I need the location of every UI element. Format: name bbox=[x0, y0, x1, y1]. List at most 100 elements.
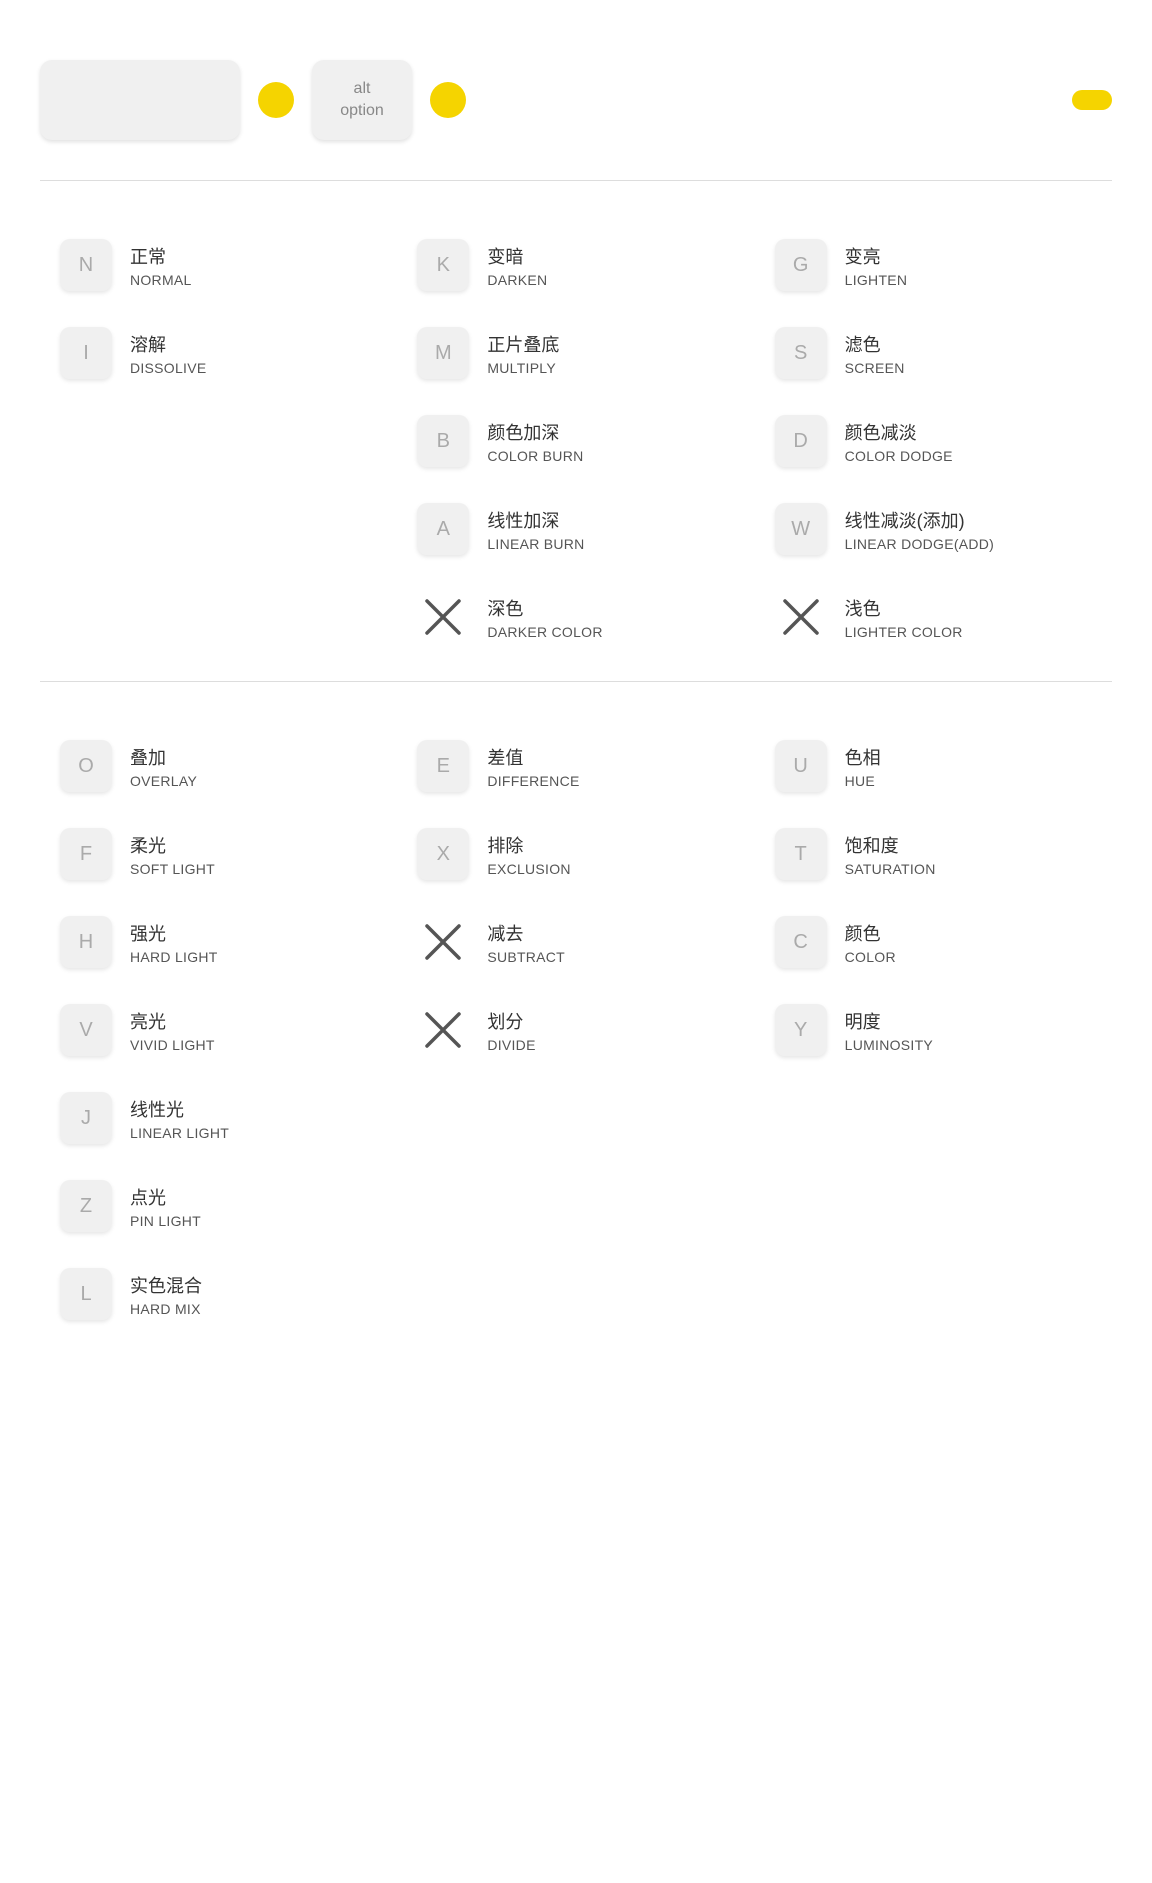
blend-item: 浅色 LIGHTER COLOR bbox=[755, 573, 1112, 661]
blend-zh: 饱和度 bbox=[845, 832, 936, 858]
blend-en: SCREEN bbox=[845, 360, 905, 376]
blend-item: G 变亮 LIGHTEN bbox=[755, 221, 1112, 309]
blend-item: N 正常 NORMAL bbox=[40, 221, 397, 309]
blend-en: SUBTRACT bbox=[487, 949, 565, 965]
blend-zh: 减去 bbox=[487, 920, 565, 946]
blend-en: LUMINOSITY bbox=[845, 1037, 933, 1053]
blend-zh: 浅色 bbox=[845, 595, 963, 621]
blend-zh: 划分 bbox=[487, 1008, 535, 1034]
alt-option-key: alt option bbox=[312, 60, 412, 140]
section-1: N 正常 NORMAL K 变暗 DARKEN G 变亮 LIGHTEN I 溶… bbox=[40, 211, 1112, 671]
key-icon: T bbox=[775, 828, 827, 880]
blend-zh: 实色混合 bbox=[130, 1272, 202, 1298]
key-icon: Y bbox=[775, 1004, 827, 1056]
blend-label: 线性加深 LINEAR BURN bbox=[487, 507, 584, 552]
blend-zh: 叠加 bbox=[130, 744, 197, 770]
blend-label: 色相 HUE bbox=[845, 744, 881, 789]
key-icon: N bbox=[60, 239, 112, 291]
blend-label: 变亮 LIGHTEN bbox=[845, 243, 908, 288]
plus-1 bbox=[258, 82, 294, 118]
key-icon: E bbox=[417, 740, 469, 792]
blend-item: Z 点光 PIN LIGHT bbox=[40, 1162, 397, 1250]
blend-label: 实色混合 HARD MIX bbox=[130, 1272, 202, 1317]
blend-label: 亮光 VIVID LIGHT bbox=[130, 1008, 215, 1053]
key-icon: U bbox=[775, 740, 827, 792]
blend-zh: 正片叠底 bbox=[487, 331, 559, 357]
blend-zh: 强光 bbox=[130, 920, 218, 946]
blend-label: 滤色 SCREEN bbox=[845, 331, 905, 376]
key-icon: F bbox=[60, 828, 112, 880]
blend-label: 浅色 LIGHTER COLOR bbox=[845, 595, 963, 640]
blend-item: O 叠加 OVERLAY bbox=[40, 722, 397, 810]
x-icon bbox=[417, 1004, 469, 1056]
blend-label: 柔光 SOFT LIGHT bbox=[130, 832, 215, 877]
blend-en: MULTIPLY bbox=[487, 360, 559, 376]
blend-zh: 线性减淡(添加) bbox=[845, 507, 994, 533]
blend-item: H 强光 HARD LIGHT bbox=[40, 898, 397, 986]
blend-en: LINEAR LIGHT bbox=[130, 1125, 229, 1141]
blend-label: 叠加 OVERLAY bbox=[130, 744, 197, 789]
blend-en: NORMAL bbox=[130, 272, 192, 288]
blend-zh: 线性加深 bbox=[487, 507, 584, 533]
blend-label: 明度 LUMINOSITY bbox=[845, 1008, 933, 1053]
blend-zh: 变暗 bbox=[487, 243, 547, 269]
blend-label: 颜色 COLOR bbox=[845, 920, 896, 965]
blend-item: Y 明度 LUMINOSITY bbox=[755, 986, 1112, 1074]
key-icon: D bbox=[775, 415, 827, 467]
key-icon: K bbox=[417, 239, 469, 291]
x-icon bbox=[417, 591, 469, 643]
blend-zh: 颜色加深 bbox=[487, 419, 583, 445]
blend-en: LINEAR BURN bbox=[487, 536, 584, 552]
blend-grid-1: N 正常 NORMAL K 变暗 DARKEN G 变亮 LIGHTEN I 溶… bbox=[40, 211, 1112, 671]
shift-key bbox=[40, 60, 240, 140]
key-icon: X bbox=[417, 828, 469, 880]
blend-item: S 滤色 SCREEN bbox=[755, 309, 1112, 397]
blend-en: HARD MIX bbox=[130, 1301, 202, 1317]
blend-label: 点光 PIN LIGHT bbox=[130, 1184, 201, 1229]
blend-item: V 亮光 VIVID LIGHT bbox=[40, 986, 397, 1074]
blend-zh: 排除 bbox=[487, 832, 570, 858]
blend-label: 划分 DIVIDE bbox=[487, 1008, 535, 1053]
blend-label: 溶解 DISSOLIVE bbox=[130, 331, 206, 376]
blend-item: F 柔光 SOFT LIGHT bbox=[40, 810, 397, 898]
blend-item: 深色 DARKER COLOR bbox=[397, 573, 754, 661]
blend-item: E 差值 DIFFERENCE bbox=[397, 722, 754, 810]
blend-zh: 明度 bbox=[845, 1008, 933, 1034]
blend-zh: 柔光 bbox=[130, 832, 215, 858]
blend-label: 颜色加深 COLOR BURN bbox=[487, 419, 583, 464]
blend-en: COLOR bbox=[845, 949, 896, 965]
blend-item: B 颜色加深 COLOR BURN bbox=[397, 397, 754, 485]
blend-en: PIN LIGHT bbox=[130, 1213, 201, 1229]
blend-en: HUE bbox=[845, 773, 881, 789]
blend-en: COLOR BURN bbox=[487, 448, 583, 464]
x-icon bbox=[417, 916, 469, 968]
divider-2 bbox=[40, 681, 1112, 682]
blend-en: LIGHTER COLOR bbox=[845, 624, 963, 640]
blend-zh: 正常 bbox=[130, 243, 192, 269]
blend-label: 排除 EXCLUSION bbox=[487, 832, 570, 877]
key-icon: L bbox=[60, 1268, 112, 1320]
blend-item: L 实色混合 HARD MIX bbox=[40, 1250, 397, 1338]
key-icon: Z bbox=[60, 1180, 112, 1232]
blend-en: HARD LIGHT bbox=[130, 949, 218, 965]
blend-item: D 颜色减淡 COLOR DODGE bbox=[755, 397, 1112, 485]
key-icon: S bbox=[775, 327, 827, 379]
section-2: O 叠加 OVERLAY E 差值 DIFFERENCE U 色相 HUE F … bbox=[40, 712, 1112, 1348]
blend-zh: 颜色减淡 bbox=[845, 419, 953, 445]
blend-label: 正片叠底 MULTIPLY bbox=[487, 331, 559, 376]
blend-en: DIFFERENCE bbox=[487, 773, 579, 789]
blend-zh: 溶解 bbox=[130, 331, 206, 357]
blend-item: T 饱和度 SATURATION bbox=[755, 810, 1112, 898]
blend-zh: 点光 bbox=[130, 1184, 201, 1210]
key-icon: V bbox=[60, 1004, 112, 1056]
blend-zh: 颜色 bbox=[845, 920, 896, 946]
blend-zh: 变亮 bbox=[845, 243, 908, 269]
x-icon bbox=[775, 591, 827, 643]
note-badge bbox=[1072, 90, 1112, 110]
blend-label: 颜色减淡 COLOR DODGE bbox=[845, 419, 953, 464]
blend-en: EXCLUSION bbox=[487, 861, 570, 877]
blend-item: W 线性减淡(添加) LINEAR DODGE(ADD) bbox=[755, 485, 1112, 573]
blend-label: 减去 SUBTRACT bbox=[487, 920, 565, 965]
blend-en: SOFT LIGHT bbox=[130, 861, 215, 877]
alt-label: alt option bbox=[340, 78, 384, 123]
